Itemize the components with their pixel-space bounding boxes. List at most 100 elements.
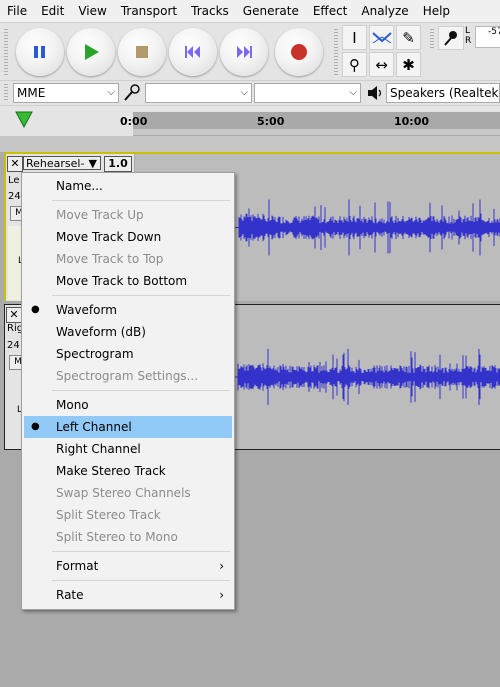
close-icon: ✕ bbox=[10, 157, 20, 170]
meter-right-label: R bbox=[465, 36, 472, 46]
chevron-down-icon: ⌵ bbox=[349, 87, 357, 98]
radio-dot-icon: ● bbox=[31, 304, 40, 315]
menu-item-label: Rate bbox=[56, 588, 84, 602]
track-area-top-strip bbox=[0, 136, 500, 152]
pencil-icon: ✎ bbox=[402, 28, 415, 47]
recording-device-icon bbox=[122, 84, 142, 105]
meter-left-label: L bbox=[465, 26, 471, 36]
pin-head-button[interactable] bbox=[10, 109, 40, 135]
menu-item-move-bottom[interactable]: Move Track to Bottom bbox=[22, 270, 234, 292]
recording-device-select[interactable]: ⌵ bbox=[145, 83, 252, 103]
dropdown-triangle-icon: ▼ bbox=[88, 157, 97, 170]
timeline-scrub-strip[interactable] bbox=[133, 129, 500, 135]
menu-item-move-top: Move Track to Top bbox=[22, 248, 234, 270]
meter-scale-value: -57 bbox=[488, 27, 500, 37]
menu-item-mono[interactable]: Mono bbox=[22, 394, 234, 416]
record-icon bbox=[275, 28, 323, 76]
audio-host-value: MME bbox=[17, 86, 46, 100]
close-track-button[interactable]: ✕ bbox=[7, 156, 23, 172]
toolbar-grip[interactable] bbox=[4, 29, 8, 75]
radio-dot-icon: ● bbox=[31, 421, 40, 432]
menu-item-right-channel[interactable]: Right Channel bbox=[22, 438, 234, 460]
draw-tool[interactable]: ✎ bbox=[396, 25, 421, 50]
chevron-down-icon: ⌵ bbox=[107, 87, 115, 98]
menu-analyze[interactable]: Analyze bbox=[354, 4, 415, 18]
menu-item-left-channel[interactable]: ● Left Channel bbox=[24, 416, 232, 438]
menu-item-format[interactable]: Format › bbox=[22, 555, 234, 577]
record-meter[interactable]: -57 bbox=[475, 26, 500, 48]
menu-item-rate[interactable]: Rate › bbox=[22, 584, 234, 606]
meter-grip[interactable] bbox=[430, 29, 434, 49]
zoom-tool[interactable]: ⚲ bbox=[342, 52, 367, 77]
track-name: Rehearsel- bbox=[26, 157, 85, 170]
skip-to-end-button[interactable] bbox=[220, 28, 268, 76]
menu-item-name[interactable]: Name... bbox=[22, 175, 234, 197]
menu-transport[interactable]: Transport bbox=[114, 4, 184, 18]
menu-item-move-up: Move Track Up bbox=[22, 204, 234, 226]
menu-view[interactable]: View bbox=[71, 4, 113, 18]
chevron-down-icon: ⌵ bbox=[240, 87, 248, 98]
play-head-triangle-icon bbox=[15, 111, 33, 129]
menu-item-label: Right Channel bbox=[56, 442, 141, 456]
pause-button[interactable] bbox=[16, 28, 64, 76]
menu-item-swap-stereo: Swap Stereo Channels bbox=[22, 482, 234, 504]
menu-separator bbox=[52, 390, 230, 391]
menu-separator bbox=[52, 551, 230, 552]
devbar-grip[interactable] bbox=[4, 84, 8, 102]
envelope-icon bbox=[371, 31, 392, 43]
envelope-tool[interactable] bbox=[369, 25, 394, 50]
selection-tool[interactable]: I bbox=[342, 25, 367, 50]
close-track-button-2[interactable]: ✕ bbox=[6, 307, 22, 323]
stop-icon bbox=[118, 28, 166, 76]
menu-item-label: Move Track to Top bbox=[56, 252, 164, 266]
menu-item-label: Spectrogram bbox=[56, 347, 134, 361]
menu-help[interactable]: Help bbox=[416, 4, 457, 18]
menu-generate[interactable]: Generate bbox=[236, 4, 306, 18]
menu-item-spectrogram[interactable]: Spectrogram bbox=[22, 343, 234, 365]
skip-to-start-button[interactable] bbox=[169, 28, 217, 76]
menu-item-label: Swap Stereo Channels bbox=[56, 486, 191, 500]
track-name-menu-button[interactable]: Rehearsel- ▼ bbox=[23, 156, 101, 170]
menu-item-spectrogram-settings: Spectrogram Settings... bbox=[22, 365, 234, 387]
audio-host-select[interactable]: MME ⌵ bbox=[13, 83, 119, 103]
tools-grip[interactable] bbox=[334, 29, 338, 75]
stop-button[interactable] bbox=[118, 28, 166, 76]
asterisk-icon: ✱ bbox=[402, 55, 415, 74]
menu-bar: File Edit View Transport Tracks Generate… bbox=[0, 0, 500, 22]
menu-separator bbox=[52, 200, 230, 201]
pause-icon bbox=[16, 28, 64, 76]
menu-item-make-stereo[interactable]: Make Stereo Track bbox=[22, 460, 234, 482]
playback-device-select[interactable]: Speakers (Realtek Hig bbox=[386, 83, 500, 103]
menu-item-label: Waveform bbox=[56, 303, 117, 317]
track-rate-label: 24 bbox=[8, 191, 21, 202]
record-button[interactable] bbox=[275, 28, 323, 76]
menu-file[interactable]: File bbox=[0, 4, 34, 18]
menu-item-waveform[interactable]: ● Waveform bbox=[22, 299, 234, 321]
track-gain-value: 1.0 bbox=[104, 156, 132, 172]
meter-channel-labels: L R bbox=[465, 26, 471, 46]
menu-item-split-stereo: Split Stereo Track bbox=[22, 504, 234, 526]
microphone-icon bbox=[124, 84, 140, 101]
chevron-right-icon: › bbox=[219, 588, 224, 602]
record-meter-button[interactable] bbox=[438, 26, 464, 50]
microphone-icon bbox=[444, 31, 457, 46]
close-icon: ✕ bbox=[9, 308, 19, 321]
track-context-menu: Name... Move Track Up Move Track Down Mo… bbox=[21, 172, 235, 610]
multi-tool[interactable]: ✱ bbox=[396, 52, 421, 77]
menu-item-move-down[interactable]: Move Track Down bbox=[22, 226, 234, 248]
menu-item-label: Move Track Up bbox=[56, 208, 144, 222]
track-channel-label: Le bbox=[8, 175, 20, 186]
recording-channels-select[interactable]: ⌵ bbox=[254, 83, 361, 103]
timeline-ruler[interactable]: 0:00 5:00 10:00 bbox=[120, 112, 500, 136]
menu-item-waveform-db[interactable]: Waveform (dB) bbox=[22, 321, 234, 343]
skip-end-icon bbox=[220, 28, 268, 76]
menu-edit[interactable]: Edit bbox=[34, 4, 71, 18]
play-icon bbox=[67, 28, 115, 76]
menu-tracks[interactable]: Tracks bbox=[184, 4, 236, 18]
timeshift-tool[interactable]: ↔ bbox=[369, 52, 394, 77]
menu-item-label: Split Stereo to Mono bbox=[56, 530, 178, 544]
double-arrow-icon: ↔ bbox=[375, 55, 388, 74]
magnifier-icon: ⚲ bbox=[349, 55, 360, 74]
play-button[interactable] bbox=[67, 28, 115, 76]
menu-effect[interactable]: Effect bbox=[306, 4, 355, 18]
